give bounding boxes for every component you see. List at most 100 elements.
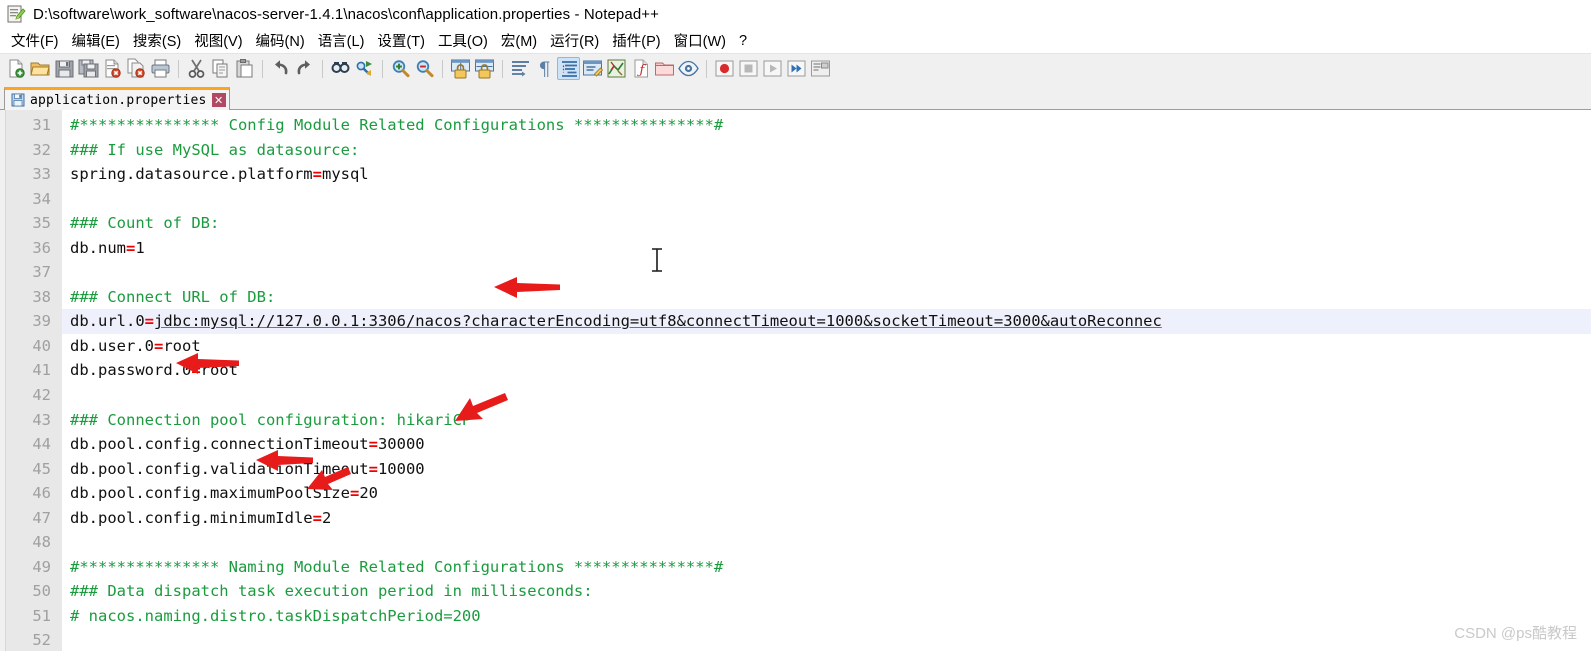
show-all-chars-icon[interactable]: ¶ xyxy=(533,57,556,80)
code-line-46[interactable]: db.pool.config.maximumPoolSize=20 xyxy=(62,481,1591,506)
notepadpp-window: D:\software\work_software\nacos-server-1… xyxy=(0,0,1591,651)
undo-icon[interactable] xyxy=(269,57,292,80)
code-line-43[interactable]: ### Connection pool configuration: hikar… xyxy=(62,408,1591,433)
save-all-icon[interactable] xyxy=(77,57,100,80)
title-bar: D:\software\work_software\nacos-server-1… xyxy=(0,0,1591,28)
menu-window[interactable]: 窗口(W) xyxy=(668,28,733,53)
run-macro-multiple-icon[interactable] xyxy=(785,57,808,80)
print-icon[interactable] xyxy=(149,57,172,80)
line-number: 40 xyxy=(32,336,51,355)
code-line-39[interactable]: db.url.0=jdbc:mysql://127.0.0.1:3306/nac… xyxy=(62,309,1591,334)
close-icon[interactable]: ✕ xyxy=(211,93,226,107)
document-map-icon[interactable] xyxy=(605,57,628,80)
code-line-47[interactable]: db.pool.config.minimumIdle=2 xyxy=(62,506,1591,531)
code-line-51[interactable]: # nacos.naming.distro.taskDispatchPeriod… xyxy=(62,604,1591,629)
saved-file-icon xyxy=(11,93,25,107)
line-number: 35 xyxy=(32,214,51,233)
toolbar-separator xyxy=(706,59,707,78)
code-line-42[interactable] xyxy=(62,383,1591,408)
code-line-32[interactable]: ### If use MySQL as datasource: xyxy=(62,138,1591,163)
line-number: 43 xyxy=(32,410,51,429)
menu-language[interactable]: 语言(L) xyxy=(312,28,372,53)
menu-help[interactable]: ? xyxy=(733,31,754,51)
tab-bar: application.properties ✕ xyxy=(0,83,1591,110)
line-number: 41 xyxy=(32,361,51,380)
line-number: 38 xyxy=(32,287,51,306)
code-line-38[interactable]: ### Connect URL of DB: xyxy=(62,285,1591,310)
save-icon[interactable] xyxy=(53,57,76,80)
menu-encoding[interactable]: 编码(N) xyxy=(250,28,312,53)
code-line-49[interactable]: #*************** Naming Module Related C… xyxy=(62,555,1591,580)
close-all-icon[interactable] xyxy=(125,57,148,80)
menu-bar: 文件(F) 编辑(E) 搜索(S) 视图(V) 编码(N) 语言(L) 设置(T… xyxy=(0,28,1591,53)
code-line-35[interactable]: ### Count of DB: xyxy=(62,211,1591,236)
monitoring-icon[interactable] xyxy=(677,57,700,80)
menu-search[interactable]: 搜索(S) xyxy=(127,28,188,53)
line-number: 34 xyxy=(32,189,51,208)
code-line-36[interactable]: db.num=1 xyxy=(62,236,1591,261)
find-icon[interactable] xyxy=(329,57,352,80)
line-number: 36 xyxy=(32,238,51,257)
copy-icon[interactable] xyxy=(209,57,232,80)
folder-as-workspace-icon[interactable] xyxy=(653,57,676,80)
close-file-icon[interactable] xyxy=(101,57,124,80)
record-macro-icon[interactable] xyxy=(713,57,736,80)
sync-horizontal-scroll-icon[interactable] xyxy=(473,57,496,80)
code-content[interactable]: #*************** Config Module Related C… xyxy=(62,110,1591,651)
code-line-52[interactable] xyxy=(62,628,1591,651)
save-macro-icon[interactable] xyxy=(809,57,832,80)
open-file-icon[interactable] xyxy=(29,57,52,80)
menu-view[interactable]: 视图(V) xyxy=(188,28,249,53)
tab-application-properties[interactable]: application.properties ✕ xyxy=(4,87,230,110)
play-macro-icon[interactable] xyxy=(761,57,784,80)
code-line-44[interactable]: db.pool.config.connectionTimeout=30000 xyxy=(62,432,1591,457)
code-line-45[interactable]: db.pool.config.validationTimeout=10000 xyxy=(62,457,1591,482)
replace-icon[interactable] xyxy=(353,57,376,80)
cut-icon[interactable] xyxy=(185,57,208,80)
code-line-41[interactable]: db.password.0=root xyxy=(62,358,1591,383)
line-number: 42 xyxy=(32,386,51,405)
line-number: 45 xyxy=(32,459,51,478)
code-line-34[interactable] xyxy=(62,187,1591,212)
toolbar-separator xyxy=(262,59,263,78)
redo-icon[interactable] xyxy=(293,57,316,80)
toolbar: ¶ ƒ xyxy=(0,53,1591,83)
zoom-in-icon[interactable] xyxy=(389,57,412,80)
code-line-50[interactable]: ### Data dispatch task execution period … xyxy=(62,579,1591,604)
code-line-48[interactable] xyxy=(62,530,1591,555)
line-number: 51 xyxy=(32,606,51,625)
menu-file[interactable]: 文件(F) xyxy=(5,28,66,53)
editor-area[interactable]: 31 32 33 34 35 36 37 38 39 40 41 42 43 44 45 46 47 48 49 50… xyxy=(0,110,1591,651)
toolbar-separator xyxy=(442,59,443,78)
code-line-37[interactable] xyxy=(62,260,1591,285)
menu-macro[interactable]: 宏(M) xyxy=(495,28,544,53)
code-line-31[interactable]: #*************** Config Module Related C… xyxy=(62,113,1591,138)
code-line-40[interactable]: db.user.0=root xyxy=(62,334,1591,359)
line-number: 52 xyxy=(32,631,51,650)
line-number: 39 xyxy=(32,312,51,331)
user-defined-dialog-icon[interactable] xyxy=(581,57,604,80)
new-file-icon[interactable] xyxy=(5,57,28,80)
line-number: 46 xyxy=(32,484,51,503)
toolbar-separator xyxy=(502,59,503,78)
menu-run[interactable]: 运行(R) xyxy=(544,28,606,53)
line-number: 47 xyxy=(32,508,51,527)
line-number: 44 xyxy=(32,435,51,454)
function-list-icon[interactable]: ƒ xyxy=(629,57,652,80)
indent-guide-icon[interactable] xyxy=(557,57,580,80)
menu-settings[interactable]: 设置(T) xyxy=(371,28,432,53)
zoom-out-icon[interactable] xyxy=(413,57,436,80)
paste-icon[interactable] xyxy=(233,57,256,80)
sync-vertical-scroll-icon[interactable] xyxy=(449,57,472,80)
menu-plugins[interactable]: 插件(P) xyxy=(606,28,667,53)
code-line-33[interactable]: spring.datasource.platform=mysql xyxy=(62,162,1591,187)
line-number: 31 xyxy=(32,116,51,134)
line-number: 48 xyxy=(32,533,51,552)
menu-edit[interactable]: 编辑(E) xyxy=(66,28,127,53)
line-number: 50 xyxy=(32,582,51,601)
window-title: D:\software\work_software\nacos-server-1… xyxy=(33,5,659,23)
line-number-gutter: 31 32 33 34 35 36 37 38 39 40 41 42 43 44 45 46 47 48 49 50… xyxy=(6,110,62,651)
menu-tools[interactable]: 工具(O) xyxy=(432,28,495,53)
stop-recording-icon[interactable] xyxy=(737,57,760,80)
word-wrap-icon[interactable] xyxy=(509,57,532,80)
